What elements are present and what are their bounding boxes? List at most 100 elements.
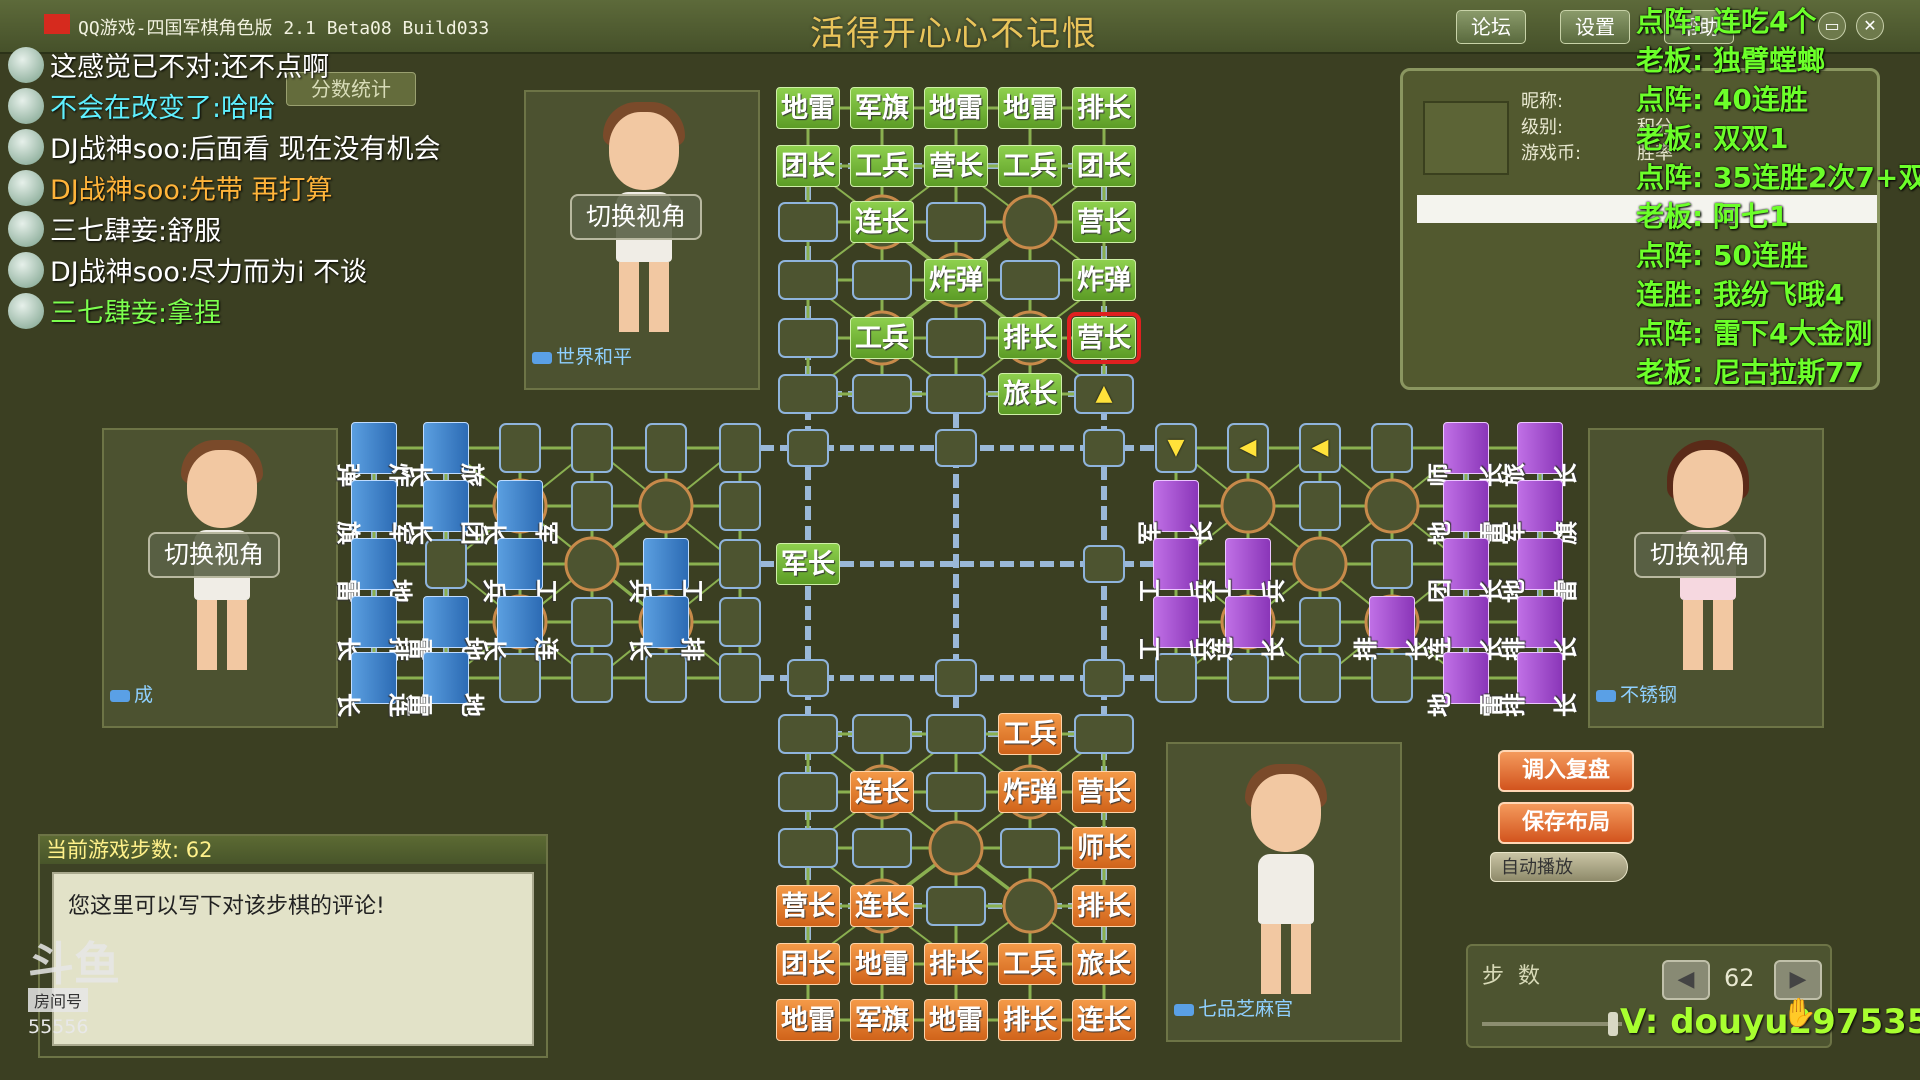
board-slot[interactable] (1371, 423, 1413, 473)
board-slot[interactable] (1299, 597, 1341, 647)
prev-step-button[interactable]: ◀ (1662, 960, 1710, 1000)
game-piece[interactable]: 师长 (1426, 422, 1506, 487)
board-slot[interactable] (778, 202, 838, 242)
game-piece[interactable]: 地雷 (924, 999, 988, 1041)
game-piece[interactable]: 地雷 (406, 596, 486, 661)
game-piece[interactable]: 营长 (1072, 201, 1136, 243)
game-piece[interactable]: 地雷 (998, 87, 1062, 129)
game-piece[interactable]: 工兵 (998, 713, 1062, 755)
game-piece[interactable]: 师长 (1072, 827, 1136, 869)
game-piece[interactable]: 工兵 (1136, 596, 1216, 661)
board-slot[interactable] (935, 659, 977, 697)
game-piece[interactable]: 团长 (776, 145, 840, 187)
board-slot[interactable] (926, 772, 986, 812)
board-slot[interactable] (1083, 545, 1125, 583)
board-slot[interactable] (719, 423, 761, 473)
board-slot[interactable] (571, 653, 613, 703)
board-slot[interactable] (926, 886, 986, 926)
board-slot[interactable] (1000, 260, 1060, 300)
game-piece[interactable]: 工兵 (998, 145, 1062, 187)
board-slot[interactable] (778, 318, 838, 358)
game-piece[interactable]: 工兵 (998, 943, 1062, 985)
game-piece[interactable]: 排长 (924, 943, 988, 985)
game-piece[interactable]: 工兵 (480, 538, 560, 603)
board-camp[interactable] (1220, 478, 1276, 534)
game-piece[interactable]: 排长 (1072, 87, 1136, 129)
board-slot[interactable] (1299, 481, 1341, 531)
game-piece[interactable]: 团长 (776, 943, 840, 985)
board-camp[interactable] (1292, 536, 1348, 592)
game-piece[interactable]: 炸弹 (334, 422, 414, 487)
board-camp[interactable] (638, 478, 694, 534)
board-slot[interactable] (778, 714, 838, 754)
board-slot[interactable] (926, 374, 986, 414)
game-piece[interactable]: 连长 (480, 596, 560, 661)
game-piece[interactable]: 连长 (334, 652, 414, 717)
game-piece[interactable]: 团长 (406, 480, 486, 545)
switch-view-button[interactable]: 切换视角 (570, 194, 703, 240)
board-slot[interactable] (778, 772, 838, 812)
game-piece[interactable]: 军旗 (1500, 480, 1580, 545)
board-camp[interactable] (564, 536, 620, 592)
game-piece[interactable]: 团长 (1072, 145, 1136, 187)
game-piece[interactable]: 军长 (1136, 480, 1216, 545)
game-piece[interactable]: 排长 (334, 596, 414, 661)
game-piece[interactable]: 排长 (1500, 596, 1580, 661)
game-piece[interactable]: 旅长 (998, 373, 1062, 415)
game-piece[interactable]: 工兵 (626, 538, 706, 603)
game-piece[interactable]: 军旗 (850, 87, 914, 129)
game-piece[interactable]: 排长 (1352, 596, 1432, 661)
board-camp[interactable] (1364, 478, 1420, 534)
board-slot[interactable] (645, 423, 687, 473)
game-piece[interactable]: 连长 (1426, 596, 1506, 661)
game-piece[interactable]: 工兵 (850, 317, 914, 359)
board-slot[interactable] (852, 260, 912, 300)
board-slot[interactable] (852, 714, 912, 754)
game-piece[interactable]: 连长 (1072, 999, 1136, 1041)
game-piece[interactable]: 排长 (626, 596, 706, 661)
board-slot[interactable] (1074, 714, 1134, 754)
next-step-button[interactable]: ▶ (1774, 960, 1822, 1000)
game-piece[interactable]: 旅长 (1072, 943, 1136, 985)
game-piece[interactable]: 排长 (1500, 652, 1580, 717)
board-slot[interactable] (499, 423, 541, 473)
board-slot[interactable] (571, 597, 613, 647)
game-piece[interactable]: 工兵 (1208, 538, 1288, 603)
board-slot[interactable] (778, 374, 838, 414)
game-piece[interactable]: 营长 (924, 145, 988, 187)
game-piece[interactable]: 地雷 (1426, 480, 1506, 545)
game-piece[interactable]: 地雷 (776, 87, 840, 129)
game-piece[interactable]: 工兵 (1136, 538, 1216, 603)
game-piece[interactable]: 团长 (1426, 538, 1506, 603)
game-piece[interactable]: 军旗 (334, 480, 414, 545)
game-piece[interactable]: 营长 (1067, 312, 1141, 364)
game-piece[interactable]: 地雷 (1500, 538, 1580, 603)
board-slot[interactable] (1083, 659, 1125, 697)
game-piece[interactable]: 连长 (850, 885, 914, 927)
board-slot[interactable] (778, 260, 838, 300)
board-slot[interactable] (1083, 429, 1125, 467)
game-piece[interactable]: 地雷 (776, 999, 840, 1041)
board-slot[interactable] (926, 202, 986, 242)
board-camp[interactable] (928, 820, 984, 876)
board-slot[interactable] (571, 423, 613, 473)
game-piece[interactable]: 炸弹 (998, 771, 1062, 813)
board-camp[interactable] (1002, 194, 1058, 250)
board-slot[interactable] (852, 828, 912, 868)
game-piece[interactable]: 连长 (1208, 596, 1288, 661)
game-piece[interactable]: 军旗 (850, 999, 914, 1041)
game-piece[interactable]: 炸弹 (1072, 259, 1136, 301)
board-slot[interactable] (719, 597, 761, 647)
board-slot[interactable] (787, 429, 829, 467)
autoplay-button[interactable]: 自动播放 (1490, 852, 1628, 882)
board-slot[interactable] (571, 481, 613, 531)
load-replay-button[interactable]: 调入复盘 (1498, 750, 1634, 792)
switch-view-button[interactable]: 切换视角 (148, 532, 281, 578)
game-piece[interactable]: 营长 (1072, 771, 1136, 813)
board-slot[interactable] (926, 318, 986, 358)
game-piece[interactable]: 地雷 (334, 538, 414, 603)
board-slot[interactable] (1299, 653, 1341, 703)
board-camp[interactable] (1002, 878, 1058, 934)
switch-view-button[interactable]: 切换视角 (1634, 532, 1767, 578)
game-piece[interactable]: 旅长 (1500, 422, 1580, 487)
